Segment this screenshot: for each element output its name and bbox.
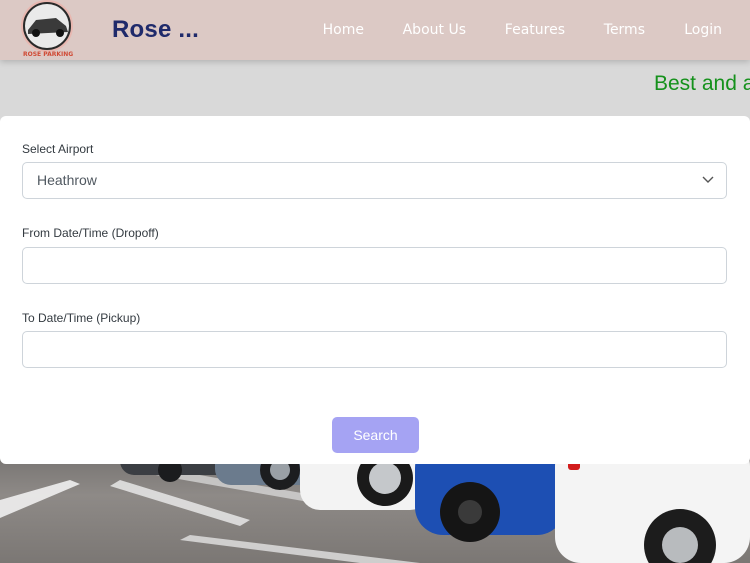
airport-label: Select Airport (22, 142, 94, 156)
nav-terms-link[interactable]: Terms (604, 22, 645, 38)
car-logo-icon[interactable]: ROSE PARKING (16, 0, 80, 60)
nav-login-link[interactable]: Login (684, 22, 722, 38)
from-datetime-label: From Date/Time (Dropoff) (22, 226, 159, 240)
booking-search-card: Select Airport Heathrow From Date/Time (… (0, 116, 750, 464)
nav-about-link[interactable]: About Us (403, 22, 466, 38)
top-navbar: ROSE PARKING Rose ... Home About Us Feat… (0, 0, 750, 60)
to-datetime-label: To Date/Time (Pickup) (22, 311, 141, 325)
chevron-down-icon (702, 176, 714, 183)
marquee-text: Best and a (654, 72, 750, 95)
from-datetime-input[interactable] (22, 247, 727, 284)
nav-features-link[interactable]: Features (505, 22, 565, 38)
marquee-strip: Best and a (0, 60, 750, 116)
brand-name[interactable]: Rose ... (112, 16, 199, 44)
logo-text: ROSE PARKING (23, 51, 73, 58)
nav-home-link[interactable]: Home (323, 22, 364, 38)
to-datetime-input[interactable] (22, 331, 727, 368)
search-button[interactable]: Search (332, 417, 419, 453)
airport-select[interactable]: Heathrow (22, 162, 727, 199)
airport-select-value: Heathrow (37, 172, 97, 188)
